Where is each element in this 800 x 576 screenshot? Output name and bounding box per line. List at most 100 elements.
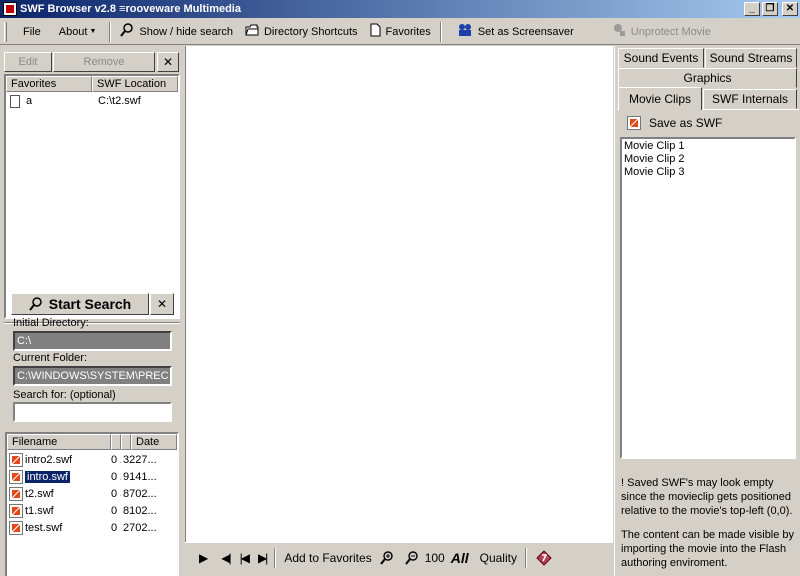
file-date: 2702... bbox=[123, 522, 157, 534]
file-row[interactable]: t2.swf 0 3 8702... bbox=[7, 486, 177, 503]
swf-location-column-header[interactable]: SWF Location bbox=[92, 76, 178, 92]
unlock-icon bbox=[612, 23, 626, 40]
swf-file-icon bbox=[9, 487, 23, 502]
type-column-header[interactable] bbox=[121, 434, 131, 450]
start-search-button-face[interactable]: Start Search bbox=[11, 293, 149, 315]
edit-button-label: Edit bbox=[18, 56, 38, 68]
left-pane: Edit Remove ✕ Favorites SWF Location a C… bbox=[0, 46, 184, 576]
separator bbox=[274, 547, 277, 568]
directory-shortcuts-button[interactable]: Directory Shortcuts bbox=[239, 21, 364, 43]
save-as-swf-button[interactable]: Save as SWF bbox=[627, 116, 722, 130]
tab-swf-internals[interactable]: SWF Internals bbox=[703, 89, 797, 109]
remove-button[interactable]: Remove bbox=[53, 52, 155, 72]
about-menu[interactable]: About ▼ bbox=[55, 21, 107, 43]
save-as-swf-label: Save as SWF bbox=[649, 116, 723, 130]
movie-clip-item[interactable]: Movie Clip 1 bbox=[624, 140, 792, 153]
play-button[interactable]: ▶ bbox=[185, 546, 213, 570]
current-folder-field[interactable]: C:\WINDOWS\SYSTEM\PREC bbox=[13, 366, 172, 386]
file-list[interactable]: Filename Date intro2.swf 0 2 3227... int… bbox=[5, 432, 179, 576]
initial-directory-field[interactable]: C:\ bbox=[13, 331, 172, 351]
zoom-in-button[interactable] bbox=[377, 546, 397, 570]
save-warning-note: ! Saved SWF's may look empty since the m… bbox=[621, 477, 793, 517]
file-size: 0 2 bbox=[111, 454, 121, 466]
tab-movie-clips[interactable]: Movie Clips bbox=[618, 87, 702, 110]
close-search-button[interactable]: ✕ bbox=[150, 293, 174, 315]
size-column-header[interactable] bbox=[111, 434, 121, 450]
date-column-header[interactable]: Date bbox=[131, 434, 177, 450]
file-name: t1.swf bbox=[25, 505, 54, 517]
screensaver-icon bbox=[457, 23, 473, 40]
file-row[interactable]: intro2.swf 0 2 3227... bbox=[7, 452, 177, 469]
title-bar: SWF Browser v2.8 ≡rooveware Multimedia _… bbox=[0, 0, 800, 18]
file-date: 3227... bbox=[123, 454, 157, 466]
show-hide-search-button[interactable]: Show / hide search bbox=[114, 21, 239, 43]
step-forward-button[interactable]: ▶| bbox=[253, 546, 271, 570]
quality-button[interactable]: Quality bbox=[475, 546, 522, 570]
search-for-input[interactable] bbox=[13, 402, 172, 422]
tab-movie-clips-label: Movie Clips bbox=[628, 92, 691, 106]
quality-label: Quality bbox=[479, 550, 517, 565]
right-pane: Sound Events Sound Streams Graphics Movi… bbox=[614, 46, 800, 576]
step-back-button[interactable]: ◀| bbox=[213, 546, 234, 570]
separator bbox=[524, 547, 527, 568]
edit-button[interactable]: Edit bbox=[4, 52, 52, 72]
zoom-in-icon bbox=[379, 550, 394, 565]
zoom-out-button[interactable] bbox=[397, 546, 422, 570]
add-to-favorites-button[interactable]: Add to Favorites bbox=[279, 546, 376, 570]
set-as-screensaver-label: Set as Screensaver bbox=[477, 25, 574, 38]
window-title: SWF Browser v2.8 ≡rooveware Multimedia bbox=[20, 3, 241, 15]
swf-file-icon bbox=[9, 504, 23, 519]
favorite-row[interactable]: a C:\t2.swf bbox=[6, 92, 178, 110]
add-to-favorites-label: Add to Favorites bbox=[284, 550, 372, 565]
file-size: 0 7 bbox=[111, 522, 121, 534]
close-icon: ✕ bbox=[162, 55, 174, 69]
flash-settings-button[interactable] bbox=[530, 546, 557, 570]
zoom-out-icon bbox=[404, 550, 419, 565]
tab-sound-events[interactable]: Sound Events bbox=[618, 48, 704, 68]
close-favorites-button[interactable]: ✕ bbox=[157, 52, 179, 72]
file-name: intro2.swf bbox=[25, 454, 73, 466]
file-row[interactable]: test.swf 0 7 2702... bbox=[7, 520, 177, 537]
close-button[interactable]: ✕ bbox=[782, 2, 798, 16]
file-name-cell: intro2.swf bbox=[7, 452, 111, 469]
flash-icon bbox=[536, 549, 552, 566]
favorites-list[interactable]: Favorites SWF Location a C:\t2.swf bbox=[4, 74, 180, 319]
show-hide-search-label: Show / hide search bbox=[139, 25, 233, 38]
zoom-all-button[interactable]: All bbox=[448, 546, 475, 570]
swf-file-icon bbox=[9, 470, 23, 485]
favorites-label: Favorites bbox=[385, 25, 431, 38]
rewind-button[interactable]: |◀ bbox=[235, 546, 253, 570]
movie-stage[interactable] bbox=[185, 46, 613, 542]
movie-clip-item[interactable]: Movie Clip 3 bbox=[624, 166, 792, 179]
unprotect-movie-button[interactable]: Unprotect Movie bbox=[580, 21, 717, 43]
favorites-button[interactable]: Favorites bbox=[364, 21, 437, 43]
file-row[interactable]: t1.swf 0 1 8102... bbox=[7, 503, 177, 520]
file-size: 0 2 bbox=[111, 471, 121, 483]
tab-sound-streams[interactable]: Sound Streams bbox=[705, 48, 797, 68]
step-forward-icon: ▶| bbox=[257, 550, 268, 565]
toolbar-grip[interactable] bbox=[4, 21, 7, 42]
file-name-cell: t1.swf bbox=[7, 503, 111, 520]
tab-graphics[interactable]: Graphics bbox=[618, 68, 797, 88]
movie-clip-item[interactable]: Movie Clip 2 bbox=[624, 153, 792, 166]
tab-sound-streams-label: Sound Streams bbox=[709, 51, 793, 65]
zoom-100-button[interactable]: 100 bbox=[422, 546, 448, 570]
movie-clips-list[interactable]: Movie Clip 1 Movie Clip 2 Movie Clip 3 bbox=[620, 137, 796, 459]
rewind-icon: |◀ bbox=[239, 550, 250, 565]
file-name-cell: t2.swf bbox=[7, 486, 111, 503]
filename-column-header[interactable]: Filename bbox=[7, 434, 111, 450]
zoom-all-label: All bbox=[450, 549, 469, 566]
file-size: 0 1 bbox=[111, 505, 121, 517]
set-as-screensaver-button[interactable]: Set as Screensaver bbox=[445, 21, 580, 43]
file-menu[interactable]: File bbox=[11, 21, 55, 43]
tab-graphics-label: Graphics bbox=[683, 71, 732, 85]
restore-button[interactable]: ❐ bbox=[762, 2, 778, 16]
minimize-button[interactable]: _ bbox=[744, 2, 760, 16]
file-list-header: Filename Date bbox=[7, 434, 177, 450]
swf-file-icon bbox=[9, 521, 23, 536]
favorite-location: C:\t2.swf bbox=[98, 95, 141, 107]
file-row-selected[interactable]: intro.swf 0 2 9141... bbox=[7, 469, 177, 486]
remove-button-label: Remove bbox=[83, 56, 125, 68]
favorites-column-header[interactable]: Favorites bbox=[6, 76, 92, 92]
swf-file-icon bbox=[627, 116, 641, 130]
